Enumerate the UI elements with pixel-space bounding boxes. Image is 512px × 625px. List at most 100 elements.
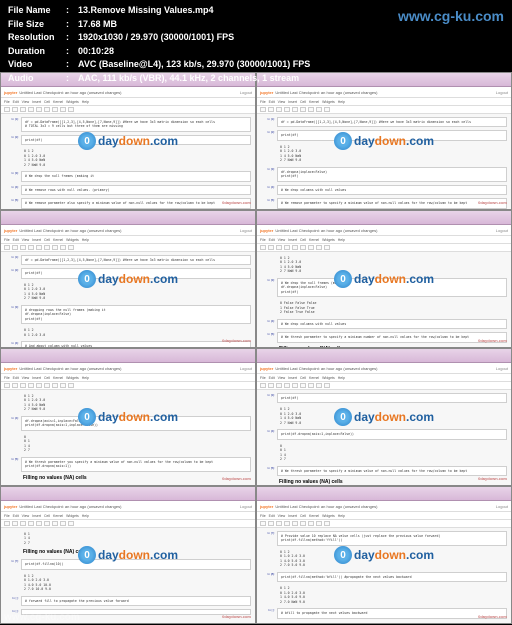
code-cell[interactable]: In [5]:# We remove parameter to specify … — [261, 198, 507, 208]
toolbar-button[interactable] — [308, 521, 314, 526]
toolbar-button[interactable] — [284, 107, 290, 112]
toolbar-button[interactable] — [292, 383, 298, 388]
code-cell[interactable]: In [5]:# We remove parameter also specif… — [5, 198, 251, 208]
toolbar-button[interactable] — [292, 245, 298, 250]
logout-link[interactable]: Logout — [496, 504, 508, 509]
toolbar-button[interactable] — [28, 107, 34, 112]
toolbar-button[interactable] — [52, 107, 58, 112]
menu-item[interactable]: View — [278, 514, 286, 518]
toolbar-button[interactable] — [300, 383, 306, 388]
toolbar-button[interactable] — [260, 245, 266, 250]
menu-item[interactable]: Cell — [44, 376, 50, 380]
toolbar-button[interactable] — [52, 383, 58, 388]
toolbar-button[interactable] — [52, 245, 58, 250]
menu-item[interactable]: Help — [82, 238, 89, 242]
menu-item[interactable]: Edit — [269, 238, 275, 242]
menu-item[interactable]: File — [4, 376, 10, 380]
toolbar-button[interactable] — [44, 521, 50, 526]
menu-item[interactable]: Edit — [269, 100, 275, 104]
toolbar-button[interactable] — [316, 245, 322, 250]
code-cell[interactable]: In [3]:# dropping rows the null frames (… — [5, 305, 251, 324]
code-cell[interactable]: In [7]:# Provide value 10 replace NA val… — [261, 531, 507, 546]
toolbar-button[interactable] — [20, 383, 26, 388]
code-cell[interactable]: In [3]:print(df) — [261, 393, 507, 403]
code-cell[interactable]: In [8]:print(df.fillna(method='bfill')) … — [261, 572, 507, 582]
menu-item[interactable]: Cell — [44, 100, 50, 104]
toolbar-button[interactable] — [316, 521, 322, 526]
menu-item[interactable]: Widgets — [322, 238, 335, 242]
toolbar-button[interactable] — [12, 245, 18, 250]
code-cell[interactable]: In [4]:# We drop columns with null value… — [261, 185, 507, 195]
logout-link[interactable]: Logout — [240, 504, 252, 509]
menu-item[interactable]: Help — [82, 100, 89, 104]
toolbar-button[interactable] — [324, 383, 330, 388]
code-cell[interactable]: In [3]:df.dropna(inplace=False)print(df) — [261, 167, 507, 182]
toolbar-button[interactable] — [60, 521, 66, 526]
code-cell[interactable]: In [5]:# We thresh parameter you specify… — [5, 457, 251, 472]
menu-item[interactable]: Help — [338, 376, 345, 380]
menu-item[interactable]: Kernel — [309, 238, 319, 242]
toolbar-button[interactable] — [28, 383, 34, 388]
toolbar-button[interactable] — [276, 107, 282, 112]
menu-item[interactable]: View — [22, 514, 30, 518]
toolbar-button[interactable] — [308, 383, 314, 388]
toolbar-button[interactable] — [68, 245, 74, 250]
toolbar-button[interactable] — [44, 383, 50, 388]
code-cell[interactable]: In [ ]:# forward fill to propagate the p… — [5, 596, 251, 606]
toolbar-button[interactable] — [44, 245, 50, 250]
toolbar-button[interactable] — [268, 521, 274, 526]
toolbar-button[interactable] — [260, 521, 266, 526]
code-cell[interactable]: In [ ]:# bfill to propagate the next val… — [261, 608, 507, 618]
menu-item[interactable]: View — [22, 376, 30, 380]
menu-item[interactable]: Cell — [300, 238, 306, 242]
toolbar-button[interactable] — [260, 383, 266, 388]
menu-item[interactable]: Edit — [13, 376, 19, 380]
menu-item[interactable]: Kernel — [53, 100, 63, 104]
menu-item[interactable]: Insert — [288, 100, 297, 104]
menu-item[interactable]: Kernel — [53, 376, 63, 380]
menu-item[interactable]: Kernel — [309, 376, 319, 380]
menu-item[interactable]: Insert — [288, 376, 297, 380]
logout-link[interactable]: Logout — [240, 228, 252, 233]
toolbar-button[interactable] — [324, 521, 330, 526]
toolbar-button[interactable] — [308, 107, 314, 112]
toolbar-button[interactable] — [68, 521, 74, 526]
menu-item[interactable]: View — [278, 100, 286, 104]
menu-item[interactable]: File — [260, 238, 266, 242]
menu-item[interactable]: Help — [338, 100, 345, 104]
toolbar-button[interactable] — [36, 521, 42, 526]
menu-item[interactable]: File — [4, 514, 10, 518]
toolbar-button[interactable] — [268, 383, 274, 388]
menu-item[interactable]: Widgets — [322, 514, 335, 518]
toolbar-button[interactable] — [52, 521, 58, 526]
menu-item[interactable]: Insert — [32, 238, 41, 242]
code-cell[interactable]: In [5]:# We thresh parameter to specify … — [261, 332, 507, 342]
menu-item[interactable]: Cell — [44, 238, 50, 242]
menu-item[interactable]: Kernel — [53, 238, 63, 242]
menu-item[interactable]: Cell — [44, 514, 50, 518]
logout-link[interactable]: Logout — [496, 228, 508, 233]
toolbar-button[interactable] — [300, 521, 306, 526]
code-cell[interactable]: In [1]:df = pd.DataFrame([[1,2,3],[4,5,N… — [261, 117, 507, 127]
toolbar-button[interactable] — [4, 383, 10, 388]
menu-item[interactable]: Edit — [13, 238, 19, 242]
menu-item[interactable]: View — [22, 238, 30, 242]
toolbar-button[interactable] — [300, 107, 306, 112]
menu-item[interactable]: Edit — [13, 514, 19, 518]
toolbar-button[interactable] — [20, 107, 26, 112]
menu-item[interactable]: File — [260, 376, 266, 380]
toolbar-button[interactable] — [284, 245, 290, 250]
toolbar-button[interactable] — [68, 383, 74, 388]
toolbar-button[interactable] — [28, 245, 34, 250]
toolbar-button[interactable] — [300, 245, 306, 250]
toolbar-button[interactable] — [316, 107, 322, 112]
code-cell[interactable]: In [1]:df = pd.DataFrame([[1,2,3],[4,5,N… — [5, 255, 251, 265]
menu-item[interactable]: Insert — [32, 514, 41, 518]
toolbar-button[interactable] — [36, 383, 42, 388]
menu-item[interactable]: Kernel — [309, 100, 319, 104]
menu-item[interactable]: Cell — [300, 514, 306, 518]
toolbar-button[interactable] — [44, 107, 50, 112]
menu-item[interactable]: File — [4, 100, 10, 104]
menu-item[interactable]: Insert — [32, 376, 41, 380]
logout-link[interactable]: Logout — [240, 366, 252, 371]
